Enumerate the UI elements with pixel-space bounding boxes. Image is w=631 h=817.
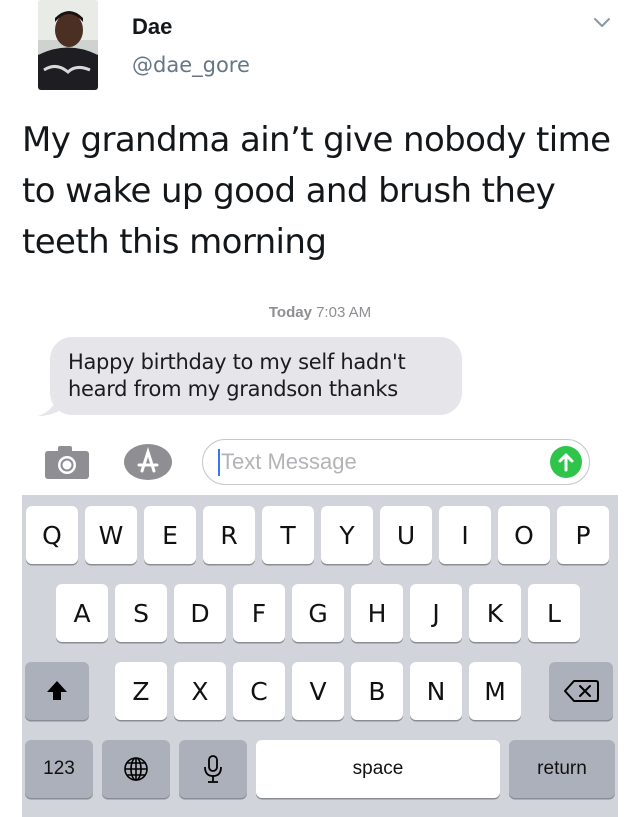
key-h[interactable]: H	[351, 584, 403, 642]
key-q[interactable]: Q	[26, 506, 78, 564]
shift-arrow-icon	[47, 681, 67, 700]
user-handle[interactable]: @dae_gore	[132, 53, 250, 77]
message-input[interactable]	[221, 447, 521, 477]
key-k[interactable]: K	[469, 584, 521, 642]
key-d[interactable]: D	[174, 584, 226, 642]
compose-row	[22, 432, 618, 492]
space-key[interactable]: space	[256, 740, 500, 798]
display-name[interactable]: Dae	[132, 14, 172, 40]
key-c[interactable]: C	[233, 662, 285, 720]
key-b[interactable]: B	[351, 662, 403, 720]
camera-icon[interactable]	[44, 444, 90, 480]
text-cursor	[218, 449, 220, 476]
keyboard: QWERTYUIOP ASDFGHJKL ZXCVBNM 123 space r…	[22, 495, 618, 817]
key-i[interactable]: I	[439, 506, 491, 564]
message-timestamp: Today 7:03 AM	[22, 304, 618, 321]
globe-key[interactable]	[102, 740, 170, 798]
key-s[interactable]: S	[115, 584, 167, 642]
key-p[interactable]: P	[557, 506, 609, 564]
delete-key[interactable]	[549, 662, 613, 720]
key-x[interactable]: X	[174, 662, 226, 720]
message-field[interactable]	[202, 439, 590, 485]
key-l[interactable]: L	[528, 584, 580, 642]
message-bubble: Happy birthday to my self hadn't heard f…	[50, 337, 462, 415]
backspace-icon	[564, 680, 599, 702]
key-j[interactable]: J	[410, 584, 462, 642]
avatar[interactable]	[38, 0, 98, 90]
key-g[interactable]: G	[292, 584, 344, 642]
key-n[interactable]: N	[410, 662, 462, 720]
key-f[interactable]: F	[233, 584, 285, 642]
send-button[interactable]	[550, 446, 582, 478]
arrow-up-icon	[558, 453, 574, 472]
key-o[interactable]: O	[498, 506, 550, 564]
timestamp-time: 7:03 AM	[316, 304, 372, 321]
key-u[interactable]: U	[380, 506, 432, 564]
globe-icon	[124, 757, 148, 781]
key-y[interactable]: Y	[321, 506, 373, 564]
tweet-text: My grandma ain’t give nobody time to wak…	[22, 120, 611, 262]
microphone-key[interactable]	[179, 740, 247, 798]
key-z[interactable]: Z	[115, 662, 167, 720]
microphone-icon	[204, 755, 222, 783]
shift-key[interactable]	[25, 662, 89, 720]
return-key[interactable]: return	[509, 740, 615, 798]
key-e[interactable]: E	[144, 506, 196, 564]
key-m[interactable]: M	[469, 662, 521, 720]
key-r[interactable]: R	[203, 506, 255, 564]
numbers-key[interactable]: 123	[25, 740, 93, 798]
app-store-icon[interactable]	[122, 442, 174, 482]
key-a[interactable]: A	[56, 584, 108, 642]
chevron-down-icon[interactable]	[590, 10, 614, 34]
key-t[interactable]: T	[262, 506, 314, 564]
key-v[interactable]: V	[292, 662, 344, 720]
key-w[interactable]: W	[85, 506, 137, 564]
timestamp-day: Today	[268, 304, 312, 321]
embedded-screenshot: Today 7:03 AM Happy birthday to my self …	[22, 292, 618, 817]
